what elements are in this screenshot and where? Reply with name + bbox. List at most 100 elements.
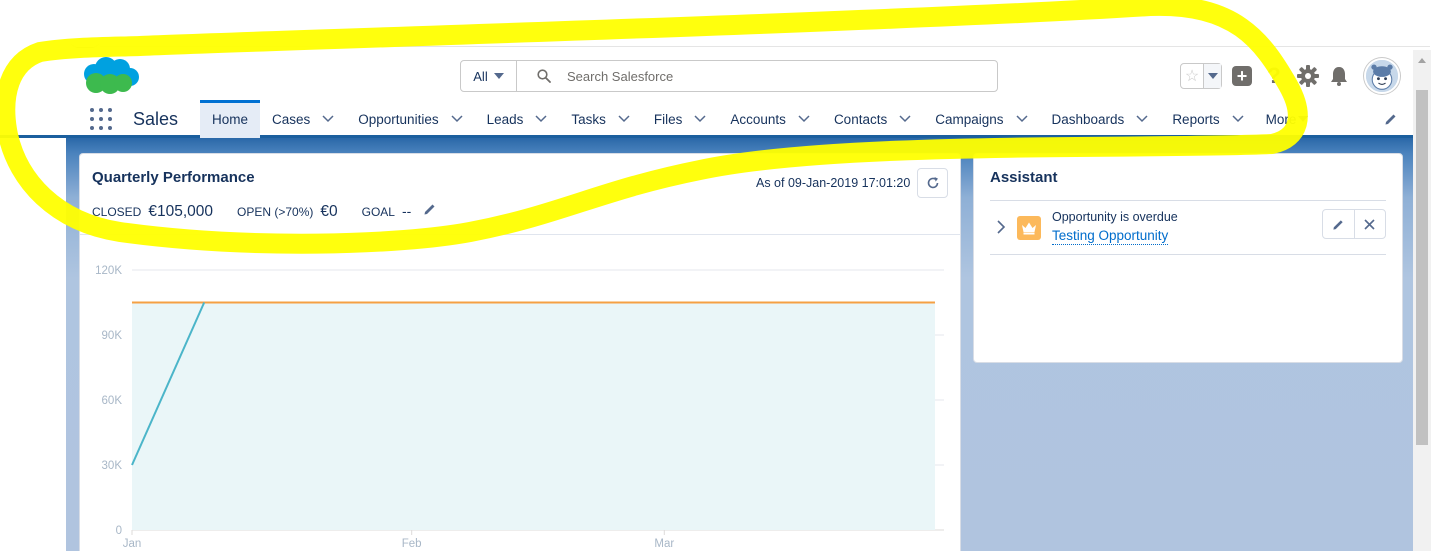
y-tick-label: 90K	[102, 330, 123, 342]
tab-campaigns[interactable]: Campaigns	[923, 100, 1039, 138]
tab-leads[interactable]: Leads	[475, 100, 560, 138]
tab-label: Opportunities	[358, 111, 439, 127]
page-scrollbar[interactable]	[1413, 50, 1431, 551]
scrollbar-thumb[interactable]	[1416, 90, 1428, 445]
notifications-bell-icon[interactable]	[1328, 65, 1350, 87]
y-tick-label: 60K	[102, 395, 123, 407]
tab-dashboards[interactable]: Dashboards	[1040, 100, 1161, 138]
y-tick-label: 0	[116, 525, 122, 537]
tab-more[interactable]: More	[1256, 100, 1319, 138]
tab-label: Leads	[486, 111, 524, 127]
x-tick-label: Mar	[654, 538, 674, 550]
tab-cases[interactable]: Cases	[260, 100, 346, 138]
y-tick-label: 30K	[102, 460, 123, 472]
salesforce-logo[interactable]	[80, 56, 142, 96]
scroll-up-arrow-icon[interactable]	[1418, 58, 1426, 63]
browser-tab-edge	[70, 40, 100, 48]
chevron-down-icon	[1298, 116, 1309, 122]
tab-label: Home	[212, 111, 249, 127]
app-launcher-icon[interactable]	[90, 108, 112, 130]
tab-accounts[interactable]: Accounts	[718, 100, 822, 138]
chevron-down-icon[interactable]	[322, 115, 334, 123]
opportunity-crown-icon	[1017, 216, 1041, 240]
tab-reports[interactable]: Reports	[1160, 100, 1255, 138]
card-divider	[80, 234, 960, 235]
goal-label: GOAL	[361, 205, 395, 219]
tab-home[interactable]: Home	[200, 100, 261, 138]
open-label: OPEN (>70%)	[237, 205, 314, 219]
y-tick-label: 120K	[95, 265, 122, 277]
tab-label: Reports	[1172, 111, 1220, 127]
quarterly-performance-card: Quarterly Performance As of 09-Jan-2019 …	[79, 153, 961, 551]
chevron-down-icon[interactable]	[798, 115, 810, 123]
browser-divider	[100, 46, 1430, 47]
app-name: Sales	[133, 109, 179, 129]
favorites-control: ☆	[1180, 63, 1222, 89]
chevron-down-icon[interactable]	[451, 115, 463, 123]
search-field	[517, 61, 997, 91]
assistant-item-message: Opportunity is overdue	[1052, 210, 1178, 224]
app-nav-bar: Sales Home Cases Opportunities Leads Tasks Fi…	[0, 100, 1413, 138]
tab-label: Files	[653, 111, 683, 127]
setup-gear-icon[interactable]	[1296, 64, 1320, 88]
opportunity-link[interactable]: Testing Opportunity	[1052, 228, 1169, 245]
performance-chart: 0 30K 60K 90K 120K Jan Feb Mar	[95, 265, 944, 550]
help-question-icon[interactable]: ?	[1264, 63, 1284, 88]
chevron-right-icon[interactable]	[996, 220, 1006, 234]
chevron-down-icon[interactable]	[535, 115, 547, 123]
card-title: Assistant	[990, 169, 1058, 186]
chevron-down-icon[interactable]	[1015, 115, 1028, 123]
chevron-down-icon[interactable]	[694, 115, 706, 123]
open-value: €0	[320, 203, 338, 220]
tab-contacts[interactable]: Contacts	[822, 100, 923, 138]
search-scope-dropdown[interactable]: All	[461, 61, 517, 91]
chevron-down-icon	[1207, 73, 1218, 79]
chevron-down-icon[interactable]	[899, 115, 911, 123]
edit-item-button[interactable]	[1323, 210, 1354, 238]
tab-label: Tasks	[571, 111, 606, 127]
edit-goal-pencil-icon[interactable]	[423, 202, 437, 216]
tab-tasks[interactable]: Tasks	[559, 100, 642, 138]
nav-tabs: Home Cases Opportunities Leads Tasks Files Acc…	[200, 100, 1318, 138]
edit-nav-pencil-icon[interactable]	[1384, 112, 1398, 126]
chevron-down-icon	[493, 73, 504, 79]
x-tick-label: Jan	[123, 538, 142, 550]
as-of-timestamp: As of 09-Jan-2019 17:01:20	[756, 176, 911, 190]
tab-label: Cases	[272, 111, 311, 127]
close-icon	[1364, 218, 1376, 230]
refresh-button[interactable]	[917, 168, 948, 198]
card-divider	[990, 254, 1386, 255]
user-avatar[interactable]	[1364, 58, 1400, 94]
search-icon	[537, 69, 551, 83]
goal-value: --	[401, 203, 412, 219]
goal-area	[132, 302, 935, 530]
tab-label: More	[1265, 111, 1297, 127]
chevron-down-icon[interactable]	[1232, 115, 1244, 123]
pencil-icon	[1333, 219, 1343, 230]
search-input[interactable]	[567, 68, 967, 84]
header-actions: ☆ + ?	[1180, 63, 1350, 89]
favorites-list-button[interactable]	[1203, 64, 1221, 88]
closed-value: €105,000	[148, 203, 214, 220]
tab-label: Accounts	[730, 111, 786, 127]
card-divider	[990, 200, 1386, 201]
performance-metrics: CLOSED €105,000 OPEN (>70%) €0 GOAL --	[92, 202, 437, 221]
search-scope-label: All	[473, 68, 488, 84]
dismiss-item-button[interactable]	[1353, 210, 1385, 238]
closed-label: CLOSED	[92, 205, 142, 219]
chevron-down-icon[interactable]	[1136, 115, 1148, 123]
favorites-star-icon[interactable]: ☆	[1181, 64, 1203, 88]
tab-label: Dashboards	[1051, 111, 1125, 127]
chevron-down-icon[interactable]	[618, 115, 630, 123]
tab-label: Contacts	[833, 111, 888, 127]
assistant-item-actions	[1322, 209, 1386, 239]
refresh-icon	[927, 177, 938, 189]
tab-opportunities[interactable]: Opportunities	[346, 100, 474, 138]
tab-label: Campaigns	[935, 111, 1004, 127]
x-tick-label: Feb	[402, 538, 422, 550]
tab-files[interactable]: Files	[642, 100, 719, 138]
global-search: All	[460, 60, 998, 92]
global-actions-plus-icon[interactable]: +	[1232, 66, 1252, 86]
assistant-card: Assistant Opportunity is overdue Testing…	[973, 153, 1403, 363]
card-title: Quarterly Performance	[92, 169, 255, 186]
